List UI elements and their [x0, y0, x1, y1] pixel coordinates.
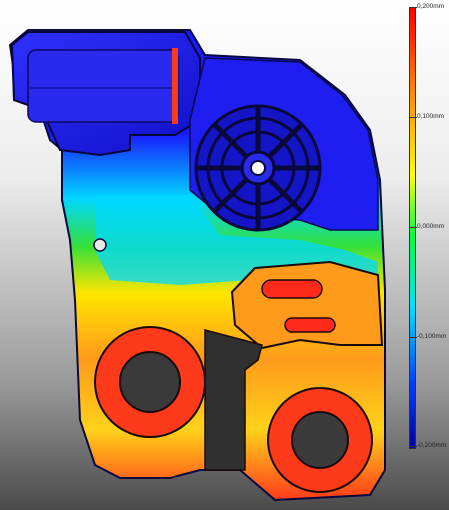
tickmark-upper [409, 117, 417, 118]
right-bore-ring [267, 387, 373, 493]
tick-label-zero: 0,000mm [417, 223, 445, 230]
deviation-color-scale [409, 7, 416, 449]
tickmark-top [409, 7, 417, 8]
left-bore-ring [94, 326, 206, 438]
gear-wheel [194, 104, 322, 232]
lever-slot-1 [261, 279, 323, 299]
motor-cylinder [27, 49, 179, 123]
tick-label-lower: -0,100mm [417, 333, 447, 340]
tickmark-bottom [409, 446, 417, 447]
motor-edge-red [172, 48, 178, 124]
tickmark-lower [409, 337, 417, 338]
deviation-map-viewport[interactable] [0, 0, 449, 510]
lever-slot-2 [284, 317, 336, 333]
tick-label-upper: 0,100mm [417, 113, 445, 120]
tick-label-min: -0,200mm [417, 442, 447, 449]
lever-arm [230, 260, 384, 350]
tickmark-zero [409, 227, 417, 228]
tick-label-max: 0,200mm [417, 3, 445, 10]
mount-hole [93, 238, 107, 252]
